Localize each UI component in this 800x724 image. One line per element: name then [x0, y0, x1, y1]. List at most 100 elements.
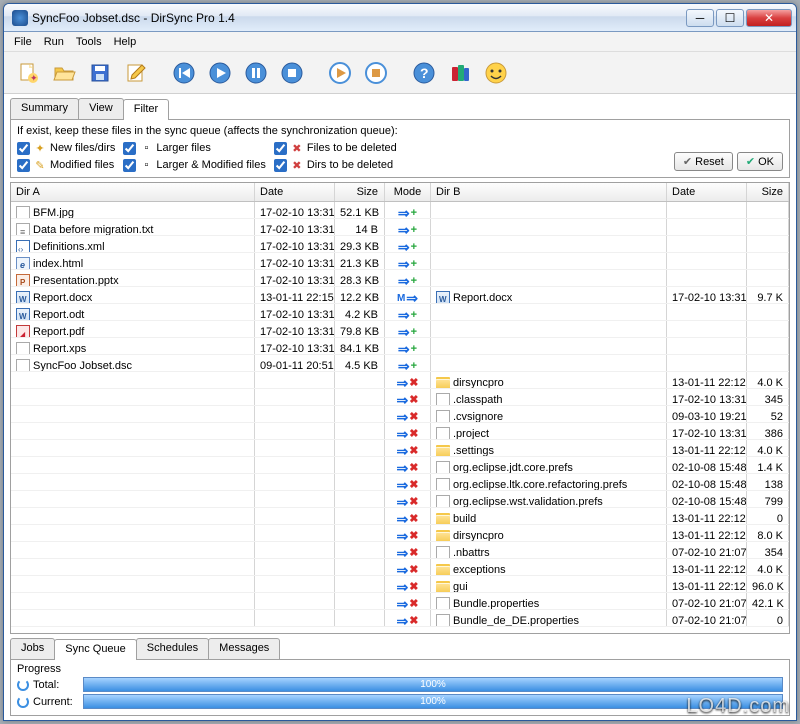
mode-icon: ⇒+ [390, 324, 425, 337]
delete-file-icon: ✖ [290, 141, 304, 155]
col-dir-a[interactable]: Dir A [11, 183, 255, 201]
mode-icon: ⇒+ [390, 222, 425, 235]
table-row[interactable]: Report.docx13-01-11 22:1512.2 KBM⇒Report… [11, 287, 789, 304]
table-row[interactable]: ⇒✖exceptions13-01-11 22:124.0 K [11, 559, 789, 576]
table-row[interactable]: Presentation.pptx17-02-10 13:3128.3 KB⇒+ [11, 270, 789, 287]
filter-dirs-deleted[interactable]: ✖Dirs to be deleted [274, 158, 397, 172]
table-row[interactable]: Report.xps17-02-10 13:3184.1 KB⇒+ [11, 338, 789, 355]
file-name: .cvsignore [453, 411, 503, 422]
tab-sync-queue[interactable]: Sync Queue [54, 639, 137, 660]
svg-text:?: ? [420, 65, 429, 81]
col-mode[interactable]: Mode [385, 183, 431, 201]
file-icon [16, 308, 30, 320]
tab-jobs[interactable]: Jobs [10, 638, 55, 659]
filter-files-deleted-checkbox[interactable] [274, 142, 287, 155]
menu-file[interactable]: File [8, 34, 38, 50]
col-date-b[interactable]: Date [667, 183, 747, 201]
filter-modified-files[interactable]: ✎Modified files [17, 158, 115, 172]
table-row[interactable]: index.html17-02-10 13:3121.3 KB⇒+ [11, 253, 789, 270]
folder-icon [436, 583, 450, 592]
books-button[interactable] [444, 57, 476, 89]
play-button[interactable] [204, 57, 236, 89]
table-row[interactable]: ⇒✖.classpath17-02-10 13:31345 [11, 389, 789, 406]
close-button[interactable]: ✕ [746, 9, 792, 27]
mode-icon: ⇒+ [390, 341, 425, 354]
mode-icon: ⇒+ [390, 239, 425, 252]
progress-panel: Progress Total: 100% Current: 100% [10, 659, 790, 716]
schedule-stop-button[interactable] [360, 57, 392, 89]
filter-new-files[interactable]: ✦New files/dirs [17, 141, 115, 155]
table-row[interactable]: ⇒✖.cvsignore09-03-10 19:2152 [11, 406, 789, 423]
table-row[interactable]: ⇒✖org.eclipse.ltk.core.refactoring.prefs… [11, 474, 789, 491]
filter-panel: If exist, keep these files in the sync q… [10, 120, 790, 178]
mode-icon: ⇒✖ [390, 460, 425, 473]
file-icon [436, 546, 450, 558]
filter-larger-modified[interactable]: ▫Larger & Modified files [123, 158, 265, 172]
grid-body[interactable]: BFM.jpg17-02-10 13:3152.1 KB⇒+Data befor… [11, 202, 789, 633]
minimize-button[interactable]: ─ [686, 9, 714, 27]
sync-grid: Dir A Date Size Mode Dir B Date Size BFM… [10, 182, 790, 634]
mode-icon: ⇒✖ [390, 392, 425, 405]
table-row[interactable]: ⇒✖build13-01-11 22:120 [11, 508, 789, 525]
filter-dirs-deleted-checkbox[interactable] [274, 159, 287, 172]
table-row[interactable]: ⇒✖.settings13-01-11 22:124.0 K [11, 440, 789, 457]
col-size-b[interactable]: Size [747, 183, 789, 201]
table-row[interactable]: ⇒✖dirsyncpro13-01-11 22:124.0 K [11, 372, 789, 389]
table-row[interactable]: Data before migration.txt17-02-10 13:311… [11, 219, 789, 236]
file-name: Report.docx [33, 292, 92, 303]
schedule-play-button[interactable] [324, 57, 356, 89]
edit-button[interactable] [120, 57, 152, 89]
table-row[interactable]: Report.pdf17-02-10 13:3179.8 KB⇒+ [11, 321, 789, 338]
table-row[interactable]: Report.odt17-02-10 13:314.2 KB⇒+ [11, 304, 789, 321]
file-icon [436, 495, 450, 507]
filter-larger-files-checkbox[interactable] [123, 142, 136, 155]
table-row[interactable]: ⇒✖gui13-01-11 22:1296.0 K [11, 576, 789, 593]
table-row[interactable]: BFM.jpg17-02-10 13:3152.1 KB⇒+ [11, 202, 789, 219]
table-row[interactable]: Definitions.xml17-02-10 13:3129.3 KB⇒+ [11, 236, 789, 253]
file-name: Bundle.properties [453, 598, 539, 609]
file-icon [436, 393, 450, 405]
menu-tools[interactable]: Tools [70, 34, 108, 50]
table-row[interactable]: ⇒✖Bundle_de_DE.properties07-02-10 21:070 [11, 610, 789, 627]
table-row[interactable]: ⇒✖dirsyncpro13-01-11 22:128.0 K [11, 525, 789, 542]
tab-messages[interactable]: Messages [208, 638, 280, 659]
help-button[interactable]: ? [408, 57, 440, 89]
col-date-a[interactable]: Date [255, 183, 335, 201]
menu-run[interactable]: Run [38, 34, 70, 50]
maximize-button[interactable]: ☐ [716, 9, 744, 27]
tab-view[interactable]: View [78, 98, 124, 119]
table-row[interactable]: ⇒✖org.eclipse.wst.validation.prefs02-10-… [11, 491, 789, 508]
table-row[interactable]: ⇒✖Bundle.properties07-02-10 21:0742.1 K [11, 593, 789, 610]
filter-modified-files-checkbox[interactable] [17, 159, 30, 172]
col-dir-b[interactable]: Dir B [431, 183, 667, 201]
menu-help[interactable]: Help [108, 34, 143, 50]
table-row[interactable]: ⇒✖.project17-02-10 13:31386 [11, 423, 789, 440]
pause-button[interactable] [240, 57, 272, 89]
save-button[interactable] [84, 57, 116, 89]
file-name: Definitions.xml [33, 241, 105, 252]
tab-schedules[interactable]: Schedules [136, 638, 209, 659]
table-row[interactable]: ⇒✖org.eclipse.jdt.core.prefs02-10-08 15:… [11, 457, 789, 474]
filter-larger-modified-checkbox[interactable] [123, 159, 136, 172]
folder-icon [436, 532, 450, 541]
filter-files-deleted[interactable]: ✖Files to be deleted [274, 141, 397, 155]
table-row[interactable]: ⇒✖.nbattrs07-02-10 21:07354 [11, 542, 789, 559]
skip-back-button[interactable] [168, 57, 200, 89]
table-row[interactable]: SyncFoo Jobset.dsc09-01-11 20:514.5 KB⇒+ [11, 355, 789, 372]
file-name: dirsyncpro [453, 377, 504, 388]
file-name: org.eclipse.wst.validation.prefs [453, 496, 603, 507]
mode-icon: ⇒✖ [390, 579, 425, 592]
filter-larger-files[interactable]: ▫Larger files [123, 141, 265, 155]
filter-tabset: Summary View Filter [10, 98, 790, 120]
ok-button[interactable]: ✔OK [737, 152, 783, 171]
stop-button[interactable] [276, 57, 308, 89]
tab-summary[interactable]: Summary [10, 98, 79, 119]
file-icon [16, 257, 30, 269]
reset-button[interactable]: ✔Reset [674, 152, 733, 171]
smiley-button[interactable] [480, 57, 512, 89]
tab-filter[interactable]: Filter [123, 99, 169, 120]
open-button[interactable] [48, 57, 80, 89]
new-button[interactable]: ✦ [12, 57, 44, 89]
col-size-a[interactable]: Size [335, 183, 385, 201]
filter-new-files-checkbox[interactable] [17, 142, 30, 155]
